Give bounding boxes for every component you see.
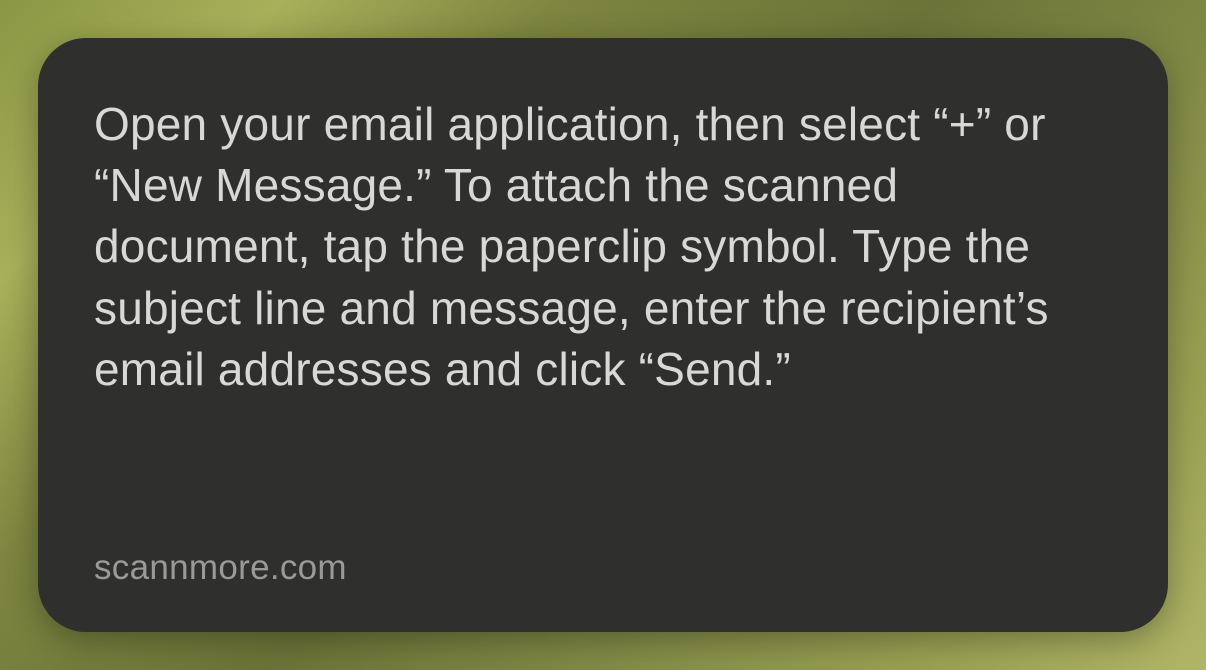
card-source-link[interactable]: scannmore.com (94, 548, 1112, 588)
card-body-text: Open your email application, then select… (94, 94, 1112, 400)
info-card: Open your email application, then select… (38, 38, 1168, 632)
